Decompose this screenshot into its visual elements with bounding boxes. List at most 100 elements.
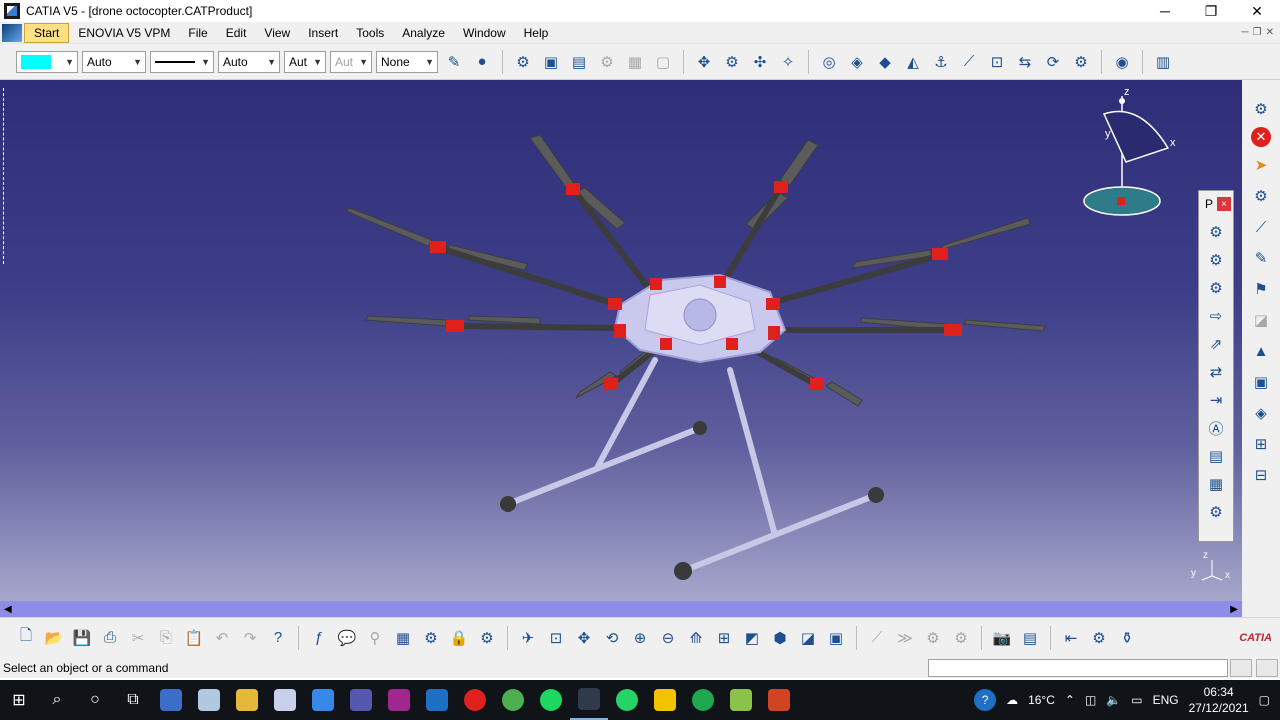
maximize-button[interactable]: ❐ bbox=[1188, 0, 1234, 22]
quick-constraint-icon[interactable]: ⊡ bbox=[985, 50, 1009, 74]
measure-inertia-icon[interactable]: ⚱ bbox=[1115, 626, 1139, 650]
normal-view-icon[interactable]: ⟰ bbox=[684, 626, 708, 650]
new-file-icon[interactable]: 🗋 bbox=[14, 626, 38, 650]
stop-manipulate-icon[interactable]: ✧ bbox=[776, 50, 800, 74]
rotate-icon[interactable]: ⟲ bbox=[600, 626, 624, 650]
file-explorer-icon[interactable] bbox=[228, 680, 266, 720]
battery-icon[interactable]: ▭ bbox=[1131, 693, 1142, 707]
redo-icon[interactable]: ↷ bbox=[238, 626, 262, 650]
thickness-dropdown[interactable]: Auto ▼ bbox=[218, 50, 280, 73]
powerpoint-icon[interactable] bbox=[760, 680, 798, 720]
pocket-icon[interactable]: ⇗ bbox=[1203, 331, 1229, 357]
doc-close-button[interactable]: ✕ bbox=[1266, 27, 1274, 38]
taskbar-app-icon[interactable] bbox=[646, 680, 684, 720]
pan-icon[interactable]: ✥ bbox=[572, 626, 596, 650]
measure-between-icon[interactable]: ⇤ bbox=[1059, 626, 1083, 650]
measure-item-icon[interactable]: ⚙ bbox=[1087, 626, 1111, 650]
palette-header[interactable]: P × bbox=[1199, 191, 1233, 217]
chevron-up-icon[interactable]: ⌃ bbox=[1065, 693, 1075, 707]
palette-close-button[interactable]: × bbox=[1217, 197, 1231, 211]
stop-icon[interactable]: ✕ bbox=[1251, 127, 1271, 147]
iso-view-icon[interactable]: ◩ bbox=[740, 626, 764, 650]
offset-constraint-icon[interactable]: ◆ bbox=[873, 50, 897, 74]
taskbar-app-icon[interactable] bbox=[722, 680, 760, 720]
taskbar-app-icon[interactable] bbox=[190, 680, 228, 720]
menu-insert[interactable]: Insert bbox=[299, 24, 347, 42]
scene-view-icon[interactable]: ▤ bbox=[1203, 443, 1229, 469]
save-icon[interactable]: 💾 bbox=[70, 626, 94, 650]
replace-component-icon[interactable]: ⚙ bbox=[595, 50, 619, 74]
design-table-icon[interactable]: ⚲ bbox=[363, 626, 387, 650]
taskbar-app-icon[interactable] bbox=[266, 680, 304, 720]
zoom-in-icon[interactable]: ⊕ bbox=[628, 626, 652, 650]
3d-viewport[interactable]: z x y z x y bbox=[0, 80, 1242, 601]
clock[interactable]: 06:34 27/12/2021 bbox=[1189, 684, 1249, 716]
taskbar-app-icon[interactable] bbox=[684, 680, 722, 720]
compass[interactable] bbox=[1083, 96, 1170, 216]
section-icon[interactable]: ⟋ bbox=[1248, 214, 1274, 240]
catia-taskbar-icon[interactable] bbox=[570, 680, 608, 720]
horizontal-scrollbar[interactable]: ◀ ▶ bbox=[0, 601, 1242, 617]
manipulation-icon[interactable]: ✥ bbox=[692, 50, 716, 74]
menu-view[interactable]: View bbox=[255, 24, 299, 42]
help-icon[interactable]: ? bbox=[974, 689, 997, 711]
fix-component-icon[interactable]: ⚓ bbox=[929, 50, 953, 74]
coincidence-constraint-icon[interactable]: ◎ bbox=[817, 50, 841, 74]
floating-toolbar-palette[interactable]: P × ⚙ ⚙ ⚙ ⇨ ⇗ ⇄ ⇥ Ⓐ ▤ ▦ ⚙ bbox=[1198, 190, 1234, 542]
multi-view-icon[interactable]: ⊞ bbox=[712, 626, 736, 650]
tree-expand-icon[interactable]: ⊞ bbox=[1248, 431, 1274, 457]
status-button-1[interactable] bbox=[1230, 658, 1252, 677]
ungroup-icon[interactable]: ⚙ bbox=[949, 626, 973, 650]
power-input-field[interactable] bbox=[928, 658, 1228, 677]
language-indicator[interactable]: ENG bbox=[1153, 693, 1179, 707]
teams-icon[interactable] bbox=[342, 680, 380, 720]
group-icon[interactable]: ⚙ bbox=[921, 626, 945, 650]
menu-enovia[interactable]: ENOVIA V5 VPM bbox=[69, 24, 179, 42]
workbench-icon[interactable]: ⚙ bbox=[1248, 96, 1274, 122]
menu-start[interactable]: Start bbox=[24, 22, 70, 43]
flag-note-icon[interactable]: ⚑ bbox=[1248, 276, 1274, 302]
sketch-analysis-icon[interactable]: ⟋ bbox=[865, 626, 889, 650]
catalog-icon[interactable]: ▣ bbox=[1248, 369, 1274, 395]
document-icon[interactable] bbox=[2, 23, 22, 42]
copy-icon[interactable]: ⎘ bbox=[154, 626, 178, 650]
doc-restore-button[interactable]: ❐ bbox=[1253, 27, 1262, 38]
flexible-subassembly-icon[interactable]: ⇆ bbox=[1013, 50, 1037, 74]
fill-color-dropdown[interactable]: ▼ bbox=[16, 50, 78, 73]
explode-icon[interactable]: ✣ bbox=[748, 50, 772, 74]
existing-component-icon[interactable]: ▤ bbox=[567, 50, 591, 74]
tree-collapse-icon[interactable]: ⊟ bbox=[1248, 462, 1274, 488]
spotify-icon[interactable] bbox=[532, 680, 570, 720]
analysis-icon[interactable]: ⚙ bbox=[1248, 183, 1274, 209]
whatsapp-icon[interactable] bbox=[608, 680, 646, 720]
volume-icon[interactable]: 🔈 bbox=[1106, 693, 1121, 707]
add-icon[interactable]: ⇥ bbox=[1203, 387, 1229, 413]
minimize-button[interactable]: ─ bbox=[1142, 0, 1188, 22]
product-structure-icon[interactable]: ⚙ bbox=[511, 50, 535, 74]
taskbar-app-icon[interactable] bbox=[152, 680, 190, 720]
fly-mode-icon[interactable]: ✈ bbox=[516, 626, 540, 650]
swirl-icon[interactable]: ◉ bbox=[1110, 50, 1134, 74]
weather-icon[interactable]: ☁ bbox=[1006, 693, 1018, 707]
graphic-properties-icon[interactable]: ● bbox=[470, 50, 494, 74]
swap-space-icon[interactable]: ▣ bbox=[824, 626, 848, 650]
hole-icon[interactable]: ⇨ bbox=[1203, 303, 1229, 329]
graph-tree-reorder-icon[interactable]: ▦ bbox=[623, 50, 647, 74]
measure-icon[interactable]: ◪ bbox=[1248, 307, 1274, 333]
split-icon[interactable]: ⚙ bbox=[1203, 275, 1229, 301]
menu-help[interactable]: Help bbox=[515, 24, 558, 42]
update-icon[interactable]: ⟳ bbox=[1041, 50, 1065, 74]
symmetry-icon[interactable]: ⇄ bbox=[1203, 359, 1229, 385]
apply-material-icon[interactable]: ≫ bbox=[893, 626, 917, 650]
assembly-features-icon[interactable]: ⚙ bbox=[1203, 247, 1229, 273]
menu-file[interactable]: File bbox=[179, 24, 216, 42]
fit-all-icon[interactable]: ⊡ bbox=[544, 626, 568, 650]
reuse-pattern-icon[interactable]: ⚙ bbox=[1069, 50, 1093, 74]
select-icon[interactable]: ➤ bbox=[1248, 152, 1274, 178]
knowledge-icon[interactable]: ⚙ bbox=[419, 626, 443, 650]
menu-analyze[interactable]: Analyze bbox=[393, 24, 454, 42]
close-button[interactable]: ✕ bbox=[1234, 0, 1280, 22]
linetype-dropdown[interactable]: ▼ bbox=[150, 50, 214, 73]
fix-together-icon[interactable]: ⟋ bbox=[957, 50, 981, 74]
new-component-icon[interactable]: ▣ bbox=[539, 50, 563, 74]
